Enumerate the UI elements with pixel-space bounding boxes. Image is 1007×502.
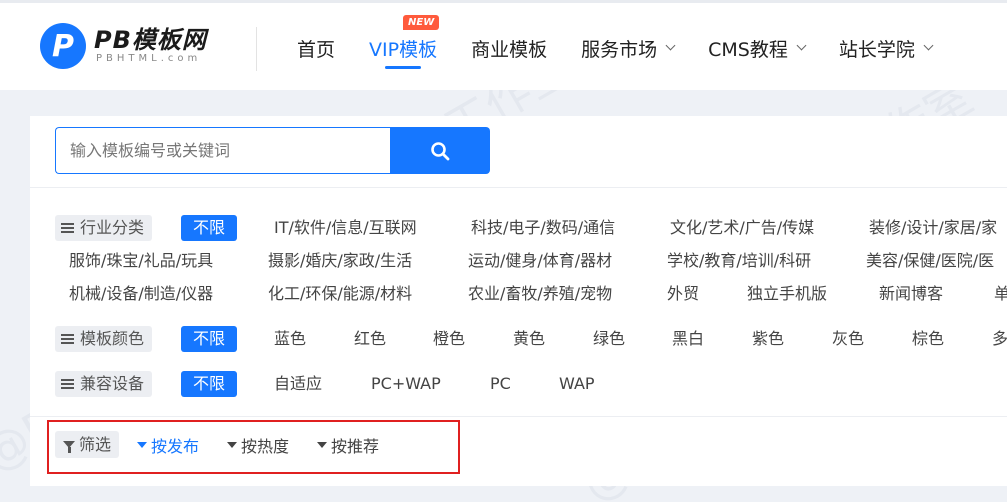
filter-option[interactable]: 新闻博客 — [879, 281, 943, 307]
sort-by-popularity[interactable]: 按热度 — [227, 433, 289, 457]
filter-option[interactable]: PC+WAP — [371, 371, 441, 397]
filter-label-text: 行业分类 — [80, 218, 145, 237]
caret-down-icon — [317, 441, 328, 448]
filter-option[interactable]: 黑白 — [672, 326, 704, 352]
nav-item-commercial[interactable]: 商业模板 — [454, 3, 564, 93]
filter-option[interactable]: 单 — [994, 281, 1007, 307]
nav-item-academy[interactable]: 站长学院 — [822, 3, 949, 93]
filter-option[interactable]: 棕色 — [912, 326, 944, 352]
caret-down-icon — [137, 441, 148, 448]
filter-option[interactable]: 学校/教育/培训/科研 — [667, 248, 811, 274]
filter-option[interactable]: 紫色 — [752, 326, 784, 352]
sort-label-text: 筛选 — [79, 435, 112, 454]
filter-option[interactable]: 美容/保健/医院/医 — [866, 248, 994, 274]
filter-panel: 行业分类 不限 IT/软件/信息/互联网 科技/电子/数码/通信 文化/艺术/广… — [30, 116, 1007, 486]
filter-option[interactable]: 蓝色 — [274, 326, 306, 352]
filter-option[interactable]: 多 — [992, 326, 1007, 352]
sort-item-label: 按推荐 — [331, 436, 380, 456]
sort-label: 筛选 — [55, 431, 120, 458]
nav-label: CMS教程 — [708, 38, 788, 61]
filter-option[interactable]: 不限 — [181, 326, 238, 352]
nav-item-cms[interactable]: CMS教程 — [691, 3, 822, 93]
filter-option[interactable]: 装修/设计/家居/家 — [869, 215, 997, 241]
menu-icon — [61, 377, 74, 391]
filter-option[interactable]: 灰色 — [832, 326, 864, 352]
filter-option[interactable]: 化工/环保/能源/材料 — [268, 281, 412, 307]
nav-label: 商业模板 — [471, 38, 548, 61]
filter-funnel-icon — [63, 441, 75, 453]
nav-label: VIP模板 — [369, 38, 438, 61]
filter-label-device: 兼容设备 — [55, 371, 153, 397]
logo-domain: PBHTML.com — [96, 53, 202, 64]
sort-item-label: 按热度 — [241, 436, 290, 456]
site-header: P PB模板网 PBHTML.com 首页 VIP模板 NEW 商业模板 服务市… — [0, 0, 1007, 90]
filter-option[interactable]: PC — [490, 371, 511, 397]
chevron-down-icon — [923, 40, 934, 51]
menu-icon — [61, 332, 74, 346]
filter-label-industry: 行业分类 — [55, 215, 153, 241]
sort-bar: 筛选 按发布 按热度 按推荐 — [55, 431, 379, 458]
site-logo[interactable]: P PB模板网 PBHTML.com — [40, 23, 207, 69]
filter-option[interactable]: 服饰/珠宝/礼品/玩具 — [69, 248, 213, 274]
filter-option[interactable]: 红色 — [354, 326, 386, 352]
divider — [30, 416, 1007, 417]
logo-text: PB模板网 PBHTML.com — [94, 27, 207, 65]
sort-item-label: 按发布 — [151, 436, 200, 456]
filter-option[interactable]: 独立手机版 — [747, 281, 827, 307]
nav-label: 首页 — [297, 38, 336, 61]
filter-label-text: 模板颜色 — [80, 329, 145, 348]
search-input[interactable] — [55, 127, 391, 174]
filter-option[interactable]: 科技/电子/数码/通信 — [471, 215, 615, 241]
chevron-down-icon — [796, 40, 807, 51]
logo-badge: P — [40, 23, 86, 69]
header-divider — [256, 27, 257, 71]
filter-option[interactable]: 橙色 — [433, 326, 465, 352]
nav-label: 服务市场 — [581, 38, 658, 61]
filter-option[interactable]: 自适应 — [274, 371, 322, 397]
filter-industry: 行业分类 — [55, 215, 153, 241]
filter-option[interactable]: 黄色 — [513, 326, 545, 352]
filter-label-color: 模板颜色 — [55, 326, 153, 352]
filter-option[interactable]: 不限 — [181, 215, 238, 241]
search-bar — [30, 116, 1007, 188]
nav-item-home[interactable]: 首页 — [280, 3, 352, 93]
new-badge: NEW — [403, 15, 440, 30]
search-icon — [431, 141, 450, 160]
filter-option[interactable]: 文化/艺术/广告/传媒 — [670, 215, 814, 241]
sort-by-recommend[interactable]: 按推荐 — [317, 433, 379, 457]
filter-option[interactable]: WAP — [559, 371, 595, 397]
nav-label: 站长学院 — [838, 38, 915, 61]
search-button[interactable] — [390, 127, 490, 174]
filter-option[interactable]: IT/软件/信息/互联网 — [274, 215, 417, 241]
nav-item-services[interactable]: 服务市场 — [564, 3, 691, 93]
caret-down-icon — [227, 441, 238, 448]
filter-option[interactable]: 绿色 — [593, 326, 625, 352]
filter-option[interactable]: 不限 — [181, 371, 238, 397]
filter-color: 模板颜色 — [55, 326, 153, 352]
main-nav: 首页 VIP模板 NEW 商业模板 服务市场 CMS教程 站长学院 — [280, 3, 949, 93]
logo-title: PB模板网 — [94, 26, 207, 54]
filter-device: 兼容设备 — [55, 371, 153, 397]
menu-icon — [61, 221, 74, 235]
filter-option[interactable]: 农业/畜牧/养殖/宠物 — [468, 281, 612, 307]
filter-label-text: 兼容设备 — [80, 374, 145, 393]
filter-option[interactable]: 运动/健身/体育/器材 — [468, 248, 612, 274]
filter-option[interactable]: 机械/设备/制造/仪器 — [69, 281, 213, 307]
filter-option[interactable]: 摄影/婚庆/家政/生活 — [268, 248, 412, 274]
filter-option[interactable]: 外贸 — [667, 281, 699, 307]
chevron-down-icon — [665, 40, 676, 51]
nav-item-vip[interactable]: VIP模板 NEW — [352, 3, 454, 93]
sort-by-release[interactable]: 按发布 — [137, 433, 199, 457]
